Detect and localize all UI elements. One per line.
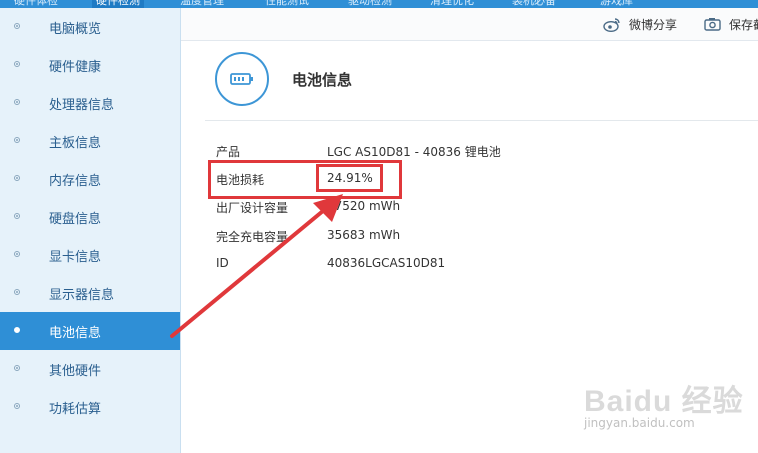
bullet-icon bbox=[14, 175, 20, 181]
weibo-share-label: 微博分享 bbox=[629, 17, 678, 32]
annotation-highlight-value bbox=[316, 164, 383, 192]
sidebar-item-other-hardware[interactable]: 其他硬件 bbox=[0, 350, 180, 388]
baidu-watermark: Baidu 经验 jingyan.baidu.com bbox=[584, 372, 754, 444]
toolbar: 微博分享 保存截 bbox=[181, 8, 758, 41]
info-value: 40836LGCAS10D81 bbox=[327, 256, 446, 270]
sidebar-item-health[interactable]: 硬件健康 bbox=[0, 46, 180, 84]
watermark-brand: Baidu 经验 bbox=[584, 385, 744, 418]
sidebar-item-cpu[interactable]: 处理器信息 bbox=[0, 84, 180, 122]
info-value: 47520 mWh bbox=[327, 199, 401, 213]
info-value: LGC AS10D81 - 40836 锂电池 bbox=[327, 145, 501, 159]
info-value: 35683 mWh bbox=[327, 228, 401, 242]
sidebar-item-gpu[interactable]: 显卡信息 bbox=[0, 236, 180, 274]
tab-cleanup[interactable]: 清理优化 bbox=[430, 0, 474, 8]
sidebar-item-monitor[interactable]: 显示器信息 bbox=[0, 274, 180, 312]
bullet-icon bbox=[14, 327, 20, 333]
page-title: 电池信息 bbox=[292, 71, 353, 89]
save-screenshot-button[interactable]: 保存截 bbox=[704, 14, 758, 34]
bullet-icon bbox=[14, 403, 20, 409]
sidebar-item-label: 其他硬件 bbox=[49, 363, 102, 379]
bullet-icon bbox=[14, 23, 20, 29]
bullet-icon bbox=[14, 61, 20, 67]
sidebar-item-label: 硬件健康 bbox=[49, 59, 102, 75]
bullet-icon bbox=[14, 137, 20, 143]
bullet-icon bbox=[14, 289, 20, 295]
watermark-url: jingyan.baidu.com bbox=[584, 416, 695, 430]
tab-essentials[interactable]: 装机必备 bbox=[512, 0, 556, 8]
bullet-icon bbox=[14, 251, 20, 257]
tab-performance[interactable]: 性能测试 bbox=[265, 0, 309, 8]
sidebar-item-memory[interactable]: 内存信息 bbox=[0, 160, 180, 198]
sidebar-item-overview[interactable]: 电脑概览 bbox=[0, 8, 180, 46]
sidebar-item-label: 功耗估算 bbox=[49, 401, 102, 417]
info-key: 产品 bbox=[216, 145, 241, 159]
sidebar-item-battery[interactable]: 电池信息 bbox=[0, 312, 180, 350]
battery-icon-badge bbox=[215, 52, 269, 106]
sidebar-item-label: 电池信息 bbox=[49, 325, 102, 341]
info-key: 出厂设计容量 bbox=[216, 201, 289, 215]
info-key: ID bbox=[216, 256, 229, 270]
top-nav: 硬件体检 硬件检测 温度管理 性能测试 驱动检测 清理优化 装机必备 游戏库 bbox=[0, 0, 758, 8]
sidebar-item-power-estimate[interactable]: 功耗估算 bbox=[0, 388, 180, 426]
sidebar-item-label: 显卡信息 bbox=[49, 249, 102, 265]
tab-driver[interactable]: 驱动检测 bbox=[348, 0, 392, 8]
sidebar-item-label: 处理器信息 bbox=[49, 97, 115, 113]
bullet-icon bbox=[14, 99, 20, 105]
sidebar-item-disk[interactable]: 硬盘信息 bbox=[0, 198, 180, 236]
sidebar: 电脑概览 硬件健康 处理器信息 主板信息 内存信息 硬盘信息 显卡信息 显示器信… bbox=[0, 8, 181, 453]
battery-icon bbox=[230, 73, 253, 85]
header-divider bbox=[205, 120, 758, 121]
tab-hardware-checkup[interactable]: 硬件体检 bbox=[14, 0, 58, 8]
weibo-icon bbox=[603, 17, 620, 32]
tab-temperature[interactable]: 温度管理 bbox=[180, 0, 224, 8]
bullet-icon bbox=[14, 213, 20, 219]
info-key: 完全充电容量 bbox=[216, 230, 289, 244]
save-label: 保存截 bbox=[729, 17, 758, 32]
tab-games[interactable]: 游戏库 bbox=[600, 0, 633, 8]
sidebar-item-label: 内存信息 bbox=[49, 173, 102, 189]
sidebar-item-label: 硬盘信息 bbox=[49, 211, 102, 227]
weibo-share-button[interactable]: 微博分享 bbox=[603, 14, 677, 34]
sidebar-item-motherboard[interactable]: 主板信息 bbox=[0, 122, 180, 160]
bullet-icon bbox=[14, 365, 20, 371]
sidebar-item-label: 电脑概览 bbox=[49, 21, 102, 37]
sidebar-item-label: 显示器信息 bbox=[49, 287, 115, 303]
sidebar-item-label: 主板信息 bbox=[49, 135, 102, 151]
tab-hardware-detect[interactable]: 硬件检测 bbox=[92, 0, 144, 8]
camera-icon bbox=[704, 18, 721, 31]
